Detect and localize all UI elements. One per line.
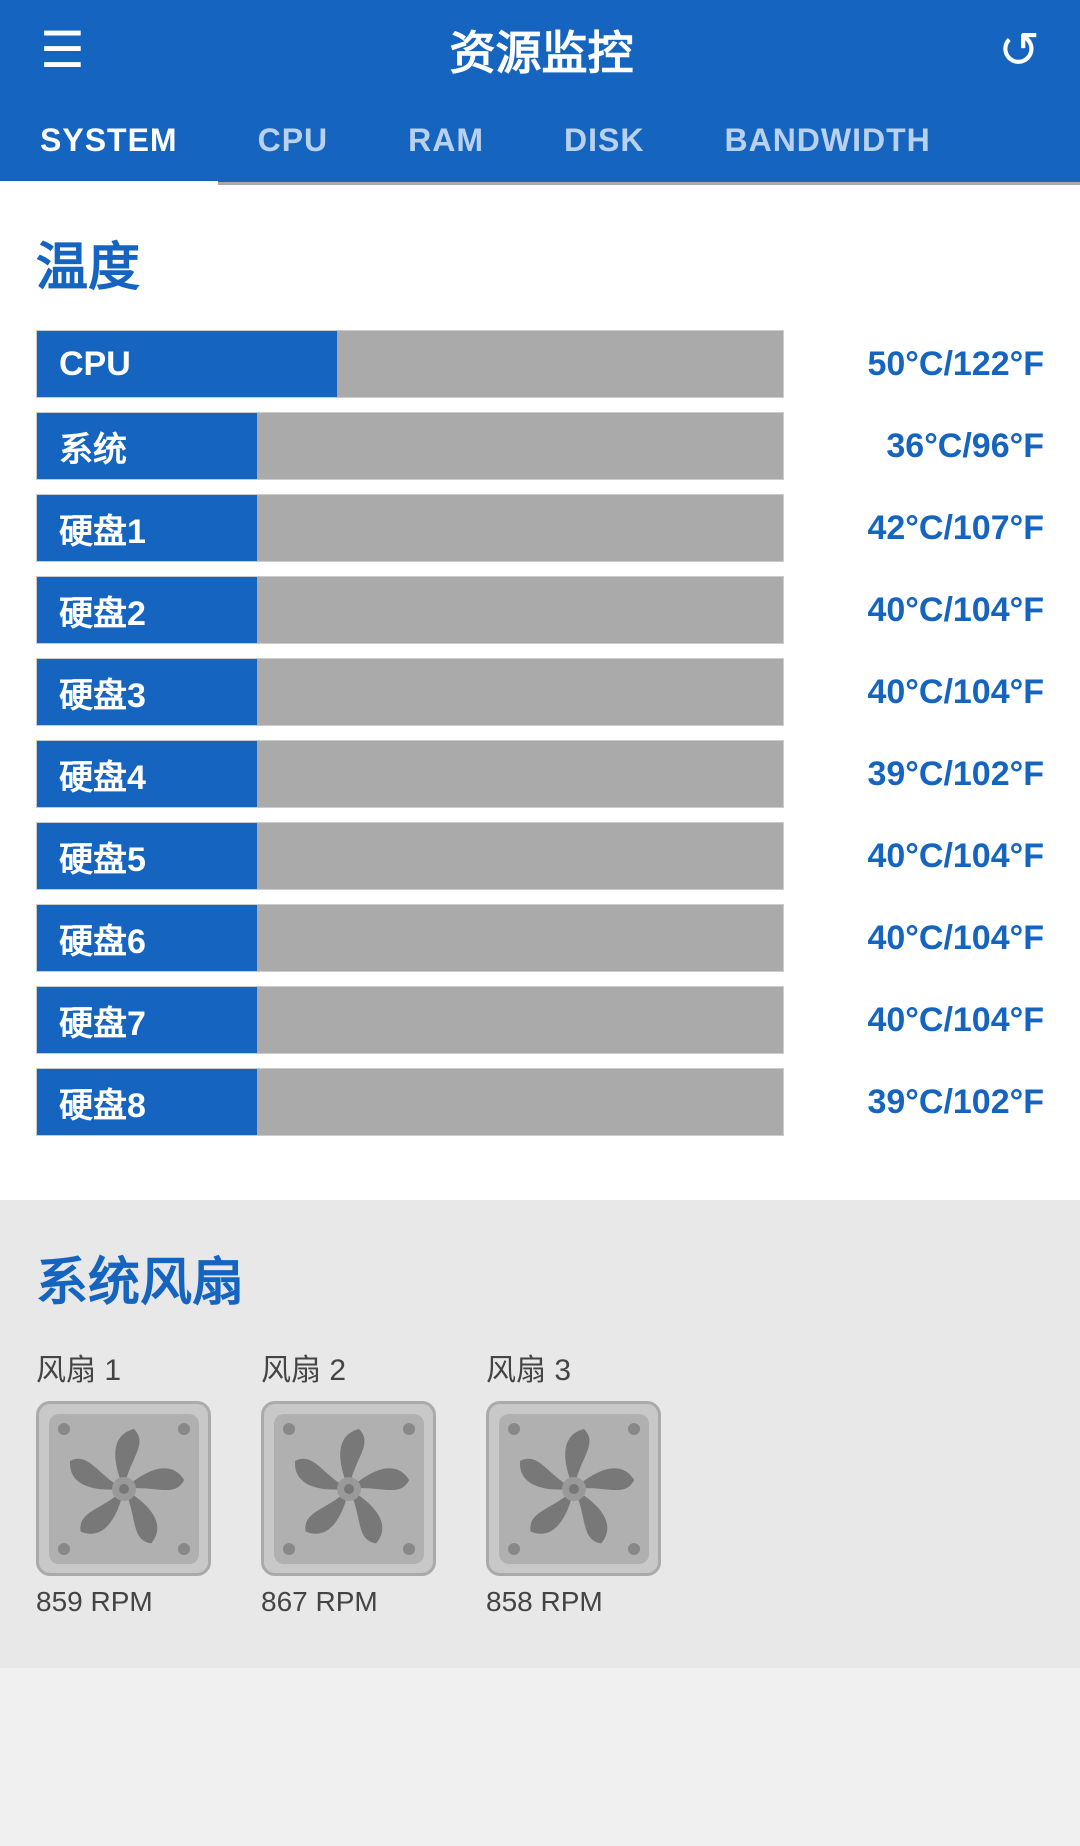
temp-bar-container: 硬盘6	[36, 904, 784, 972]
temperature-row: 硬盘1 42°C/107°F	[36, 494, 1044, 562]
header: ☰ 资源监控 ↺	[0, 0, 1080, 100]
temp-bar-container: 硬盘7	[36, 986, 784, 1054]
fan-icon	[49, 1414, 199, 1564]
temp-bar-container: 硬盘1	[36, 494, 784, 562]
temp-bar-fill	[257, 741, 783, 807]
temp-value: 36°C/96°F	[784, 427, 1044, 466]
temperature-section: 温度 CPU 50°C/122°F 系统 36°C/96°F 硬盘1 42°C/…	[0, 185, 1080, 1200]
temp-value: 39°C/102°F	[784, 1083, 1044, 1122]
temp-value: 39°C/102°F	[784, 755, 1044, 794]
temp-bar-container: CPU	[36, 330, 784, 398]
temp-bar-label: 硬盘4	[37, 741, 257, 807]
fan-section-title: 系统风扇	[36, 1240, 1044, 1315]
temp-bar-label: CPU	[37, 331, 337, 397]
temp-bar-label: 硬盘6	[37, 905, 257, 971]
temperature-rows: CPU 50°C/122°F 系统 36°C/96°F 硬盘1 42°C/107…	[36, 330, 1044, 1136]
temp-bar-label: 硬盘2	[37, 577, 257, 643]
temp-bar-label: 硬盘3	[37, 659, 257, 725]
temp-bar-container: 硬盘5	[36, 822, 784, 890]
fan-label: 风扇 1	[36, 1345, 121, 1389]
fan-item: 风扇 2	[261, 1345, 436, 1618]
fans-row: 风扇 1	[36, 1345, 1044, 1618]
temp-bar-label: 硬盘5	[37, 823, 257, 889]
temperature-row: 硬盘4 39°C/102°F	[36, 740, 1044, 808]
refresh-icon[interactable]: ↺	[998, 21, 1040, 79]
temp-bar-label: 硬盘1	[37, 495, 257, 561]
temp-value: 40°C/104°F	[784, 837, 1044, 876]
temp-value: 40°C/104°F	[784, 919, 1044, 958]
temp-bar-fill	[257, 1069, 783, 1135]
temp-bar-fill	[257, 659, 783, 725]
fan-item: 风扇 1	[36, 1345, 211, 1618]
temperature-row: CPU 50°C/122°F	[36, 330, 1044, 398]
temperature-row: 硬盘3 40°C/104°F	[36, 658, 1044, 726]
temp-bar-label: 系统	[37, 413, 257, 479]
temperature-row: 硬盘5 40°C/104°F	[36, 822, 1044, 890]
temp-bar-fill	[257, 413, 783, 479]
temp-value: 42°C/107°F	[784, 509, 1044, 548]
temp-bar-fill	[257, 987, 783, 1053]
temp-bar-fill	[257, 495, 783, 561]
temp-bar-container: 硬盘2	[36, 576, 784, 644]
tab-disk[interactable]: DISK	[524, 100, 684, 182]
temperature-title: 温度	[36, 225, 1044, 300]
temperature-row: 硬盘8 39°C/102°F	[36, 1068, 1044, 1136]
temp-bar-container: 硬盘3	[36, 658, 784, 726]
tab-bandwidth[interactable]: BANDWIDTH	[684, 100, 970, 182]
hamburger-icon[interactable]: ☰	[40, 25, 85, 75]
fan-rpm: 867 RPM	[261, 1586, 378, 1618]
temp-bar-fill	[257, 577, 783, 643]
temp-value: 40°C/104°F	[784, 1001, 1044, 1040]
temp-bar-label: 硬盘7	[37, 987, 257, 1053]
temp-bar-fill	[257, 823, 783, 889]
fan-rpm: 858 RPM	[486, 1586, 603, 1618]
tab-cpu[interactable]: CPU	[218, 100, 369, 182]
fan-item: 风扇 3	[486, 1345, 661, 1618]
temp-value: 40°C/104°F	[784, 591, 1044, 630]
temp-bar-container: 系统	[36, 412, 784, 480]
temp-value: 40°C/104°F	[784, 673, 1044, 712]
fan-label: 风扇 2	[261, 1345, 346, 1389]
temp-bar-container: 硬盘4	[36, 740, 784, 808]
temperature-row: 系统 36°C/96°F	[36, 412, 1044, 480]
temp-bar-container: 硬盘8	[36, 1068, 784, 1136]
temp-value: 50°C/122°F	[784, 345, 1044, 384]
fan-icon	[274, 1414, 424, 1564]
temp-bar-fill	[337, 331, 783, 397]
fan-icon-box	[261, 1401, 436, 1576]
page-title: 资源监控	[449, 17, 633, 83]
fan-icon-box	[36, 1401, 211, 1576]
temperature-row: 硬盘7 40°C/104°F	[36, 986, 1044, 1054]
fan-rpm: 859 RPM	[36, 1586, 153, 1618]
tab-ram[interactable]: RAM	[368, 100, 524, 182]
temperature-row: 硬盘2 40°C/104°F	[36, 576, 1044, 644]
fan-section: 系统风扇 风扇 1	[0, 1200, 1080, 1668]
temperature-row: 硬盘6 40°C/104°F	[36, 904, 1044, 972]
tab-bar: SYSTEM CPU RAM DISK BANDWIDTH	[0, 100, 1080, 185]
fan-icon	[499, 1414, 649, 1564]
tab-system[interactable]: SYSTEM	[0, 100, 218, 185]
fan-label: 风扇 3	[486, 1345, 571, 1389]
temp-bar-label: 硬盘8	[37, 1069, 257, 1135]
fan-icon-box	[486, 1401, 661, 1576]
temp-bar-fill	[257, 905, 783, 971]
